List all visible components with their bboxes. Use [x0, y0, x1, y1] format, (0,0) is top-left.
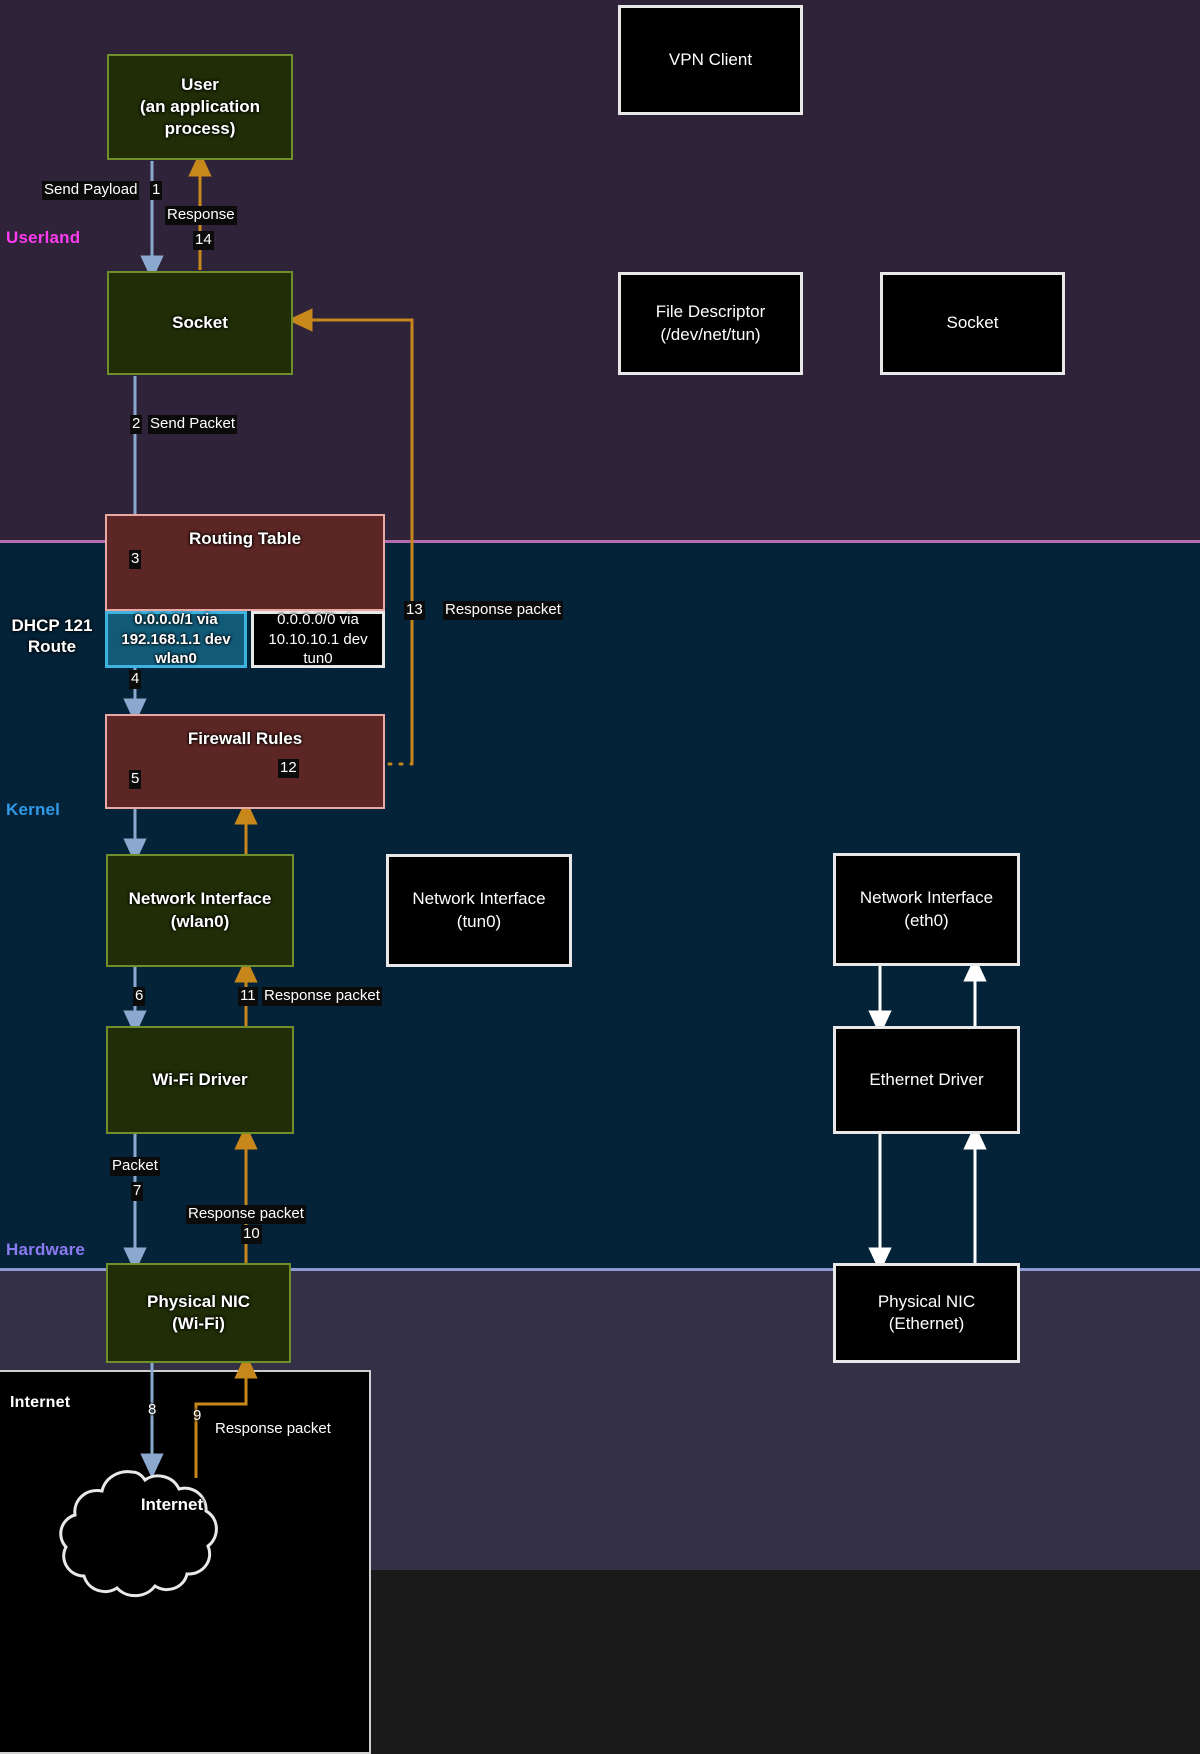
nif-eth0-line2: (eth0) [860, 910, 993, 932]
flow-label-8-num: 8 [146, 1401, 158, 1420]
node-ethernet-driver[interactable]: Ethernet Driver [833, 1026, 1020, 1134]
flow-label-5-num: 5 [129, 770, 141, 789]
node-socket-vpn[interactable]: Socket [880, 272, 1065, 375]
dhcp-route-label: DHCP 121 Route [2, 615, 102, 658]
node-routing-table[interactable]: Routing Table [105, 514, 385, 611]
flow-label-12-num: 12 [278, 759, 299, 778]
flow-label-1-text: Send Payload [42, 181, 139, 200]
node-physical-nic-ethernet[interactable]: Physical NIC (Ethernet) [833, 1263, 1020, 1363]
flow-label-13-text: Response packet [443, 601, 563, 620]
node-network-interface-wlan0[interactable]: Network Interface (wlan0) [106, 854, 294, 967]
flow-label-7-text: Packet [110, 1157, 160, 1176]
node-file-descriptor-line1: File Descriptor [656, 301, 766, 323]
nic-eth-line2: (Ethernet) [878, 1313, 975, 1335]
route-entry-tun0[interactable]: 0.0.0.0/0 via 10.10.10.1 dev tun0 [251, 611, 385, 668]
flow-label-9-text: Response packet [213, 1420, 333, 1439]
nif-wlan0-line1: Network Interface [129, 888, 272, 910]
nic-wifi-line1: Physical NIC [147, 1291, 250, 1313]
node-physical-nic-wifi[interactable]: Physical NIC (Wi-Fi) [106, 1263, 291, 1363]
node-vpn-client[interactable]: VPN Client [618, 5, 803, 115]
flow-label-7-num: 7 [131, 1182, 143, 1201]
flow-label-2-num: 2 [130, 415, 142, 434]
flow-label-13-num: 13 [404, 601, 425, 620]
band-label-kernel: Kernel [6, 800, 60, 820]
nif-tun0-line1: Network Interface [412, 888, 545, 910]
flow-label-10-num: 10 [241, 1225, 262, 1244]
node-user-line2: (an application [140, 96, 260, 118]
flow-label-11-text: Response packet [262, 987, 382, 1006]
band-label-userland: Userland [6, 228, 80, 248]
route-wlan0-line3: wlan0 [121, 649, 230, 669]
flow-label-2-text: Send Packet [148, 415, 237, 434]
nif-tun0-line2: (tun0) [412, 911, 545, 933]
diagram-canvas: Userland Kernel Hardware Internet DHCP 1… [0, 0, 1200, 1754]
node-wifi-driver[interactable]: Wi-Fi Driver [106, 1026, 294, 1134]
flow-label-10-text: Response packet [186, 1205, 306, 1224]
band-label-internet: Internet [10, 1394, 70, 1412]
route-entry-wlan0-selected[interactable]: 0.0.0.0/1 via 192.168.1.1 dev wlan0 [105, 611, 247, 668]
flow-label-6-num: 6 [133, 987, 145, 1006]
node-user-process[interactable]: User (an application process) [107, 54, 293, 160]
node-internet-cloud-label: Internet [88, 1495, 256, 1515]
flow-label-11-num: 11 [238, 987, 258, 1006]
route-wlan0-line1: 0.0.0.0/1 via [121, 610, 230, 630]
nic-eth-line1: Physical NIC [878, 1291, 975, 1313]
node-network-interface-tun0[interactable]: Network Interface (tun0) [386, 854, 572, 967]
node-file-descriptor-line2: (/dev/net/tun) [656, 324, 766, 346]
route-tun0-line2: 10.10.10.1 dev [268, 630, 367, 650]
route-tun0-line1: 0.0.0.0/0 via [268, 610, 367, 630]
node-user-line3: process) [140, 118, 260, 140]
route-tun0-line3: tun0 [268, 649, 367, 669]
nic-wifi-line2: (Wi-Fi) [147, 1313, 250, 1335]
band-label-hardware: Hardware [6, 1240, 85, 1260]
flow-label-4-num: 4 [129, 670, 141, 689]
node-user-line1: User [140, 74, 260, 96]
flow-label-9-num: 9 [191, 1407, 203, 1426]
node-socket[interactable]: Socket [107, 271, 293, 375]
node-file-descriptor[interactable]: File Descriptor (/dev/net/tun) [618, 272, 803, 375]
flow-label-14-num: 14 [193, 231, 214, 250]
nif-wlan0-line2: (wlan0) [129, 911, 272, 933]
node-firewall-rules[interactable]: Firewall Rules [105, 714, 385, 809]
flow-label-14-text: Response [165, 206, 237, 225]
node-network-interface-eth0[interactable]: Network Interface (eth0) [833, 853, 1020, 966]
route-wlan0-line2: 192.168.1.1 dev [121, 630, 230, 650]
nif-eth0-line1: Network Interface [860, 887, 993, 909]
flow-label-1-num: 1 [150, 181, 162, 200]
flow-label-3-num: 3 [129, 550, 141, 569]
